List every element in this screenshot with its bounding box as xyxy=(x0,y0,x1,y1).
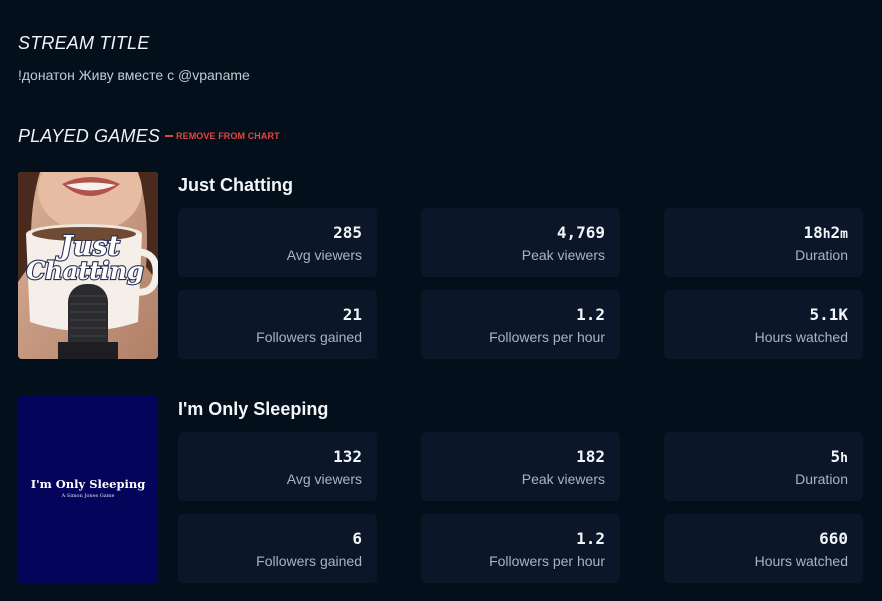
stat-value: 660 xyxy=(819,529,848,548)
duration-minutes: 2 xyxy=(830,223,841,242)
stat-label: Followers per hour xyxy=(489,329,605,345)
game-card-just-chatting: Just Chatting Just Chatting 285 Avg view… xyxy=(18,172,864,360)
game-name[interactable]: Just Chatting xyxy=(178,175,293,196)
stat-label: Followers per hour xyxy=(489,553,605,569)
stat-label: Followers gained xyxy=(256,329,362,345)
stat-value: 6 xyxy=(352,529,362,548)
stat-value: 21 xyxy=(342,305,362,324)
stat-label: Followers gained xyxy=(256,553,362,569)
stat-followers-gained: 21 Followers gained xyxy=(178,290,377,359)
remove-from-chart-label: REMOVE FROM CHART xyxy=(176,131,280,141)
stream-title-heading: STREAM TITLE xyxy=(18,33,150,53)
stat-label: Hours watched xyxy=(754,329,848,345)
game-cover-just-chatting[interactable]: Just Chatting xyxy=(18,172,158,359)
duration-hours-unit: h xyxy=(840,451,848,466)
duration-minutes-unit: m xyxy=(840,227,848,242)
stat-duration: 5h Duration xyxy=(664,432,863,501)
stat-peak-viewers: 4,769 Peak viewers xyxy=(421,208,620,277)
stat-value: 18h2m xyxy=(803,223,848,242)
stat-value: 182 xyxy=(576,447,605,466)
game-cover-im-only-sleeping[interactable]: I'm Only Sleeping A Simon Jones Game xyxy=(18,396,158,583)
stat-followers-per-hour: 1.2 Followers per hour xyxy=(421,514,620,583)
stat-peak-viewers: 182 Peak viewers xyxy=(421,432,620,501)
played-games-heading: PLAYED GAMES xyxy=(18,126,161,146)
game-card-im-only-sleeping: I'm Only Sleeping A Simon Jones Game I'm… xyxy=(18,396,864,584)
stat-value: 285 xyxy=(333,223,362,242)
stat-value: 1.2 xyxy=(576,305,605,324)
svg-text:Chatting: Chatting xyxy=(26,256,144,285)
stat-label: Duration xyxy=(795,247,848,263)
stat-label: Avg viewers xyxy=(286,471,362,487)
stat-hours-watched: 5.1K Hours watched xyxy=(664,290,863,359)
stat-label: Peak viewers xyxy=(521,247,605,263)
stat-duration: 18h2m Duration xyxy=(664,208,863,277)
remove-from-chart-button[interactable]: REMOVE FROM CHART xyxy=(165,131,280,141)
just-chatting-cover-art: Just Chatting xyxy=(18,172,158,359)
stat-followers-per-hour: 1.2 Followers per hour xyxy=(421,290,620,359)
cover-title: I'm Only Sleeping xyxy=(30,476,146,491)
stat-hours-watched: 660 Hours watched xyxy=(664,514,863,583)
minus-icon xyxy=(165,135,173,137)
stream-title-text: !донатон Живу вместе с @vpaname xyxy=(18,67,250,83)
page: STREAM TITLE !донатон Живу вместе с @vpa… xyxy=(0,0,882,601)
stat-followers-gained: 6 Followers gained xyxy=(178,514,377,583)
game-name[interactable]: I'm Only Sleeping xyxy=(178,399,328,420)
stat-value: 4,769 xyxy=(556,223,605,242)
cover-subtitle: A Simon Jones Game xyxy=(61,492,115,499)
stat-avg-viewers: 285 Avg viewers xyxy=(178,208,377,277)
stat-value: 5h xyxy=(831,447,848,466)
stat-label: Peak viewers xyxy=(521,471,605,487)
stat-avg-viewers: 132 Avg viewers xyxy=(178,432,377,501)
stat-value: 132 xyxy=(333,447,362,466)
stat-value: 5.1K xyxy=(809,305,848,324)
stat-label: Hours watched xyxy=(754,553,848,569)
stat-label: Avg viewers xyxy=(286,247,362,263)
duration-hours: 18 xyxy=(803,223,823,242)
stat-value: 1.2 xyxy=(576,529,605,548)
stat-label: Duration xyxy=(795,471,848,487)
duration-hours-unit: h xyxy=(822,227,831,242)
duration-hours: 5 xyxy=(830,447,841,466)
